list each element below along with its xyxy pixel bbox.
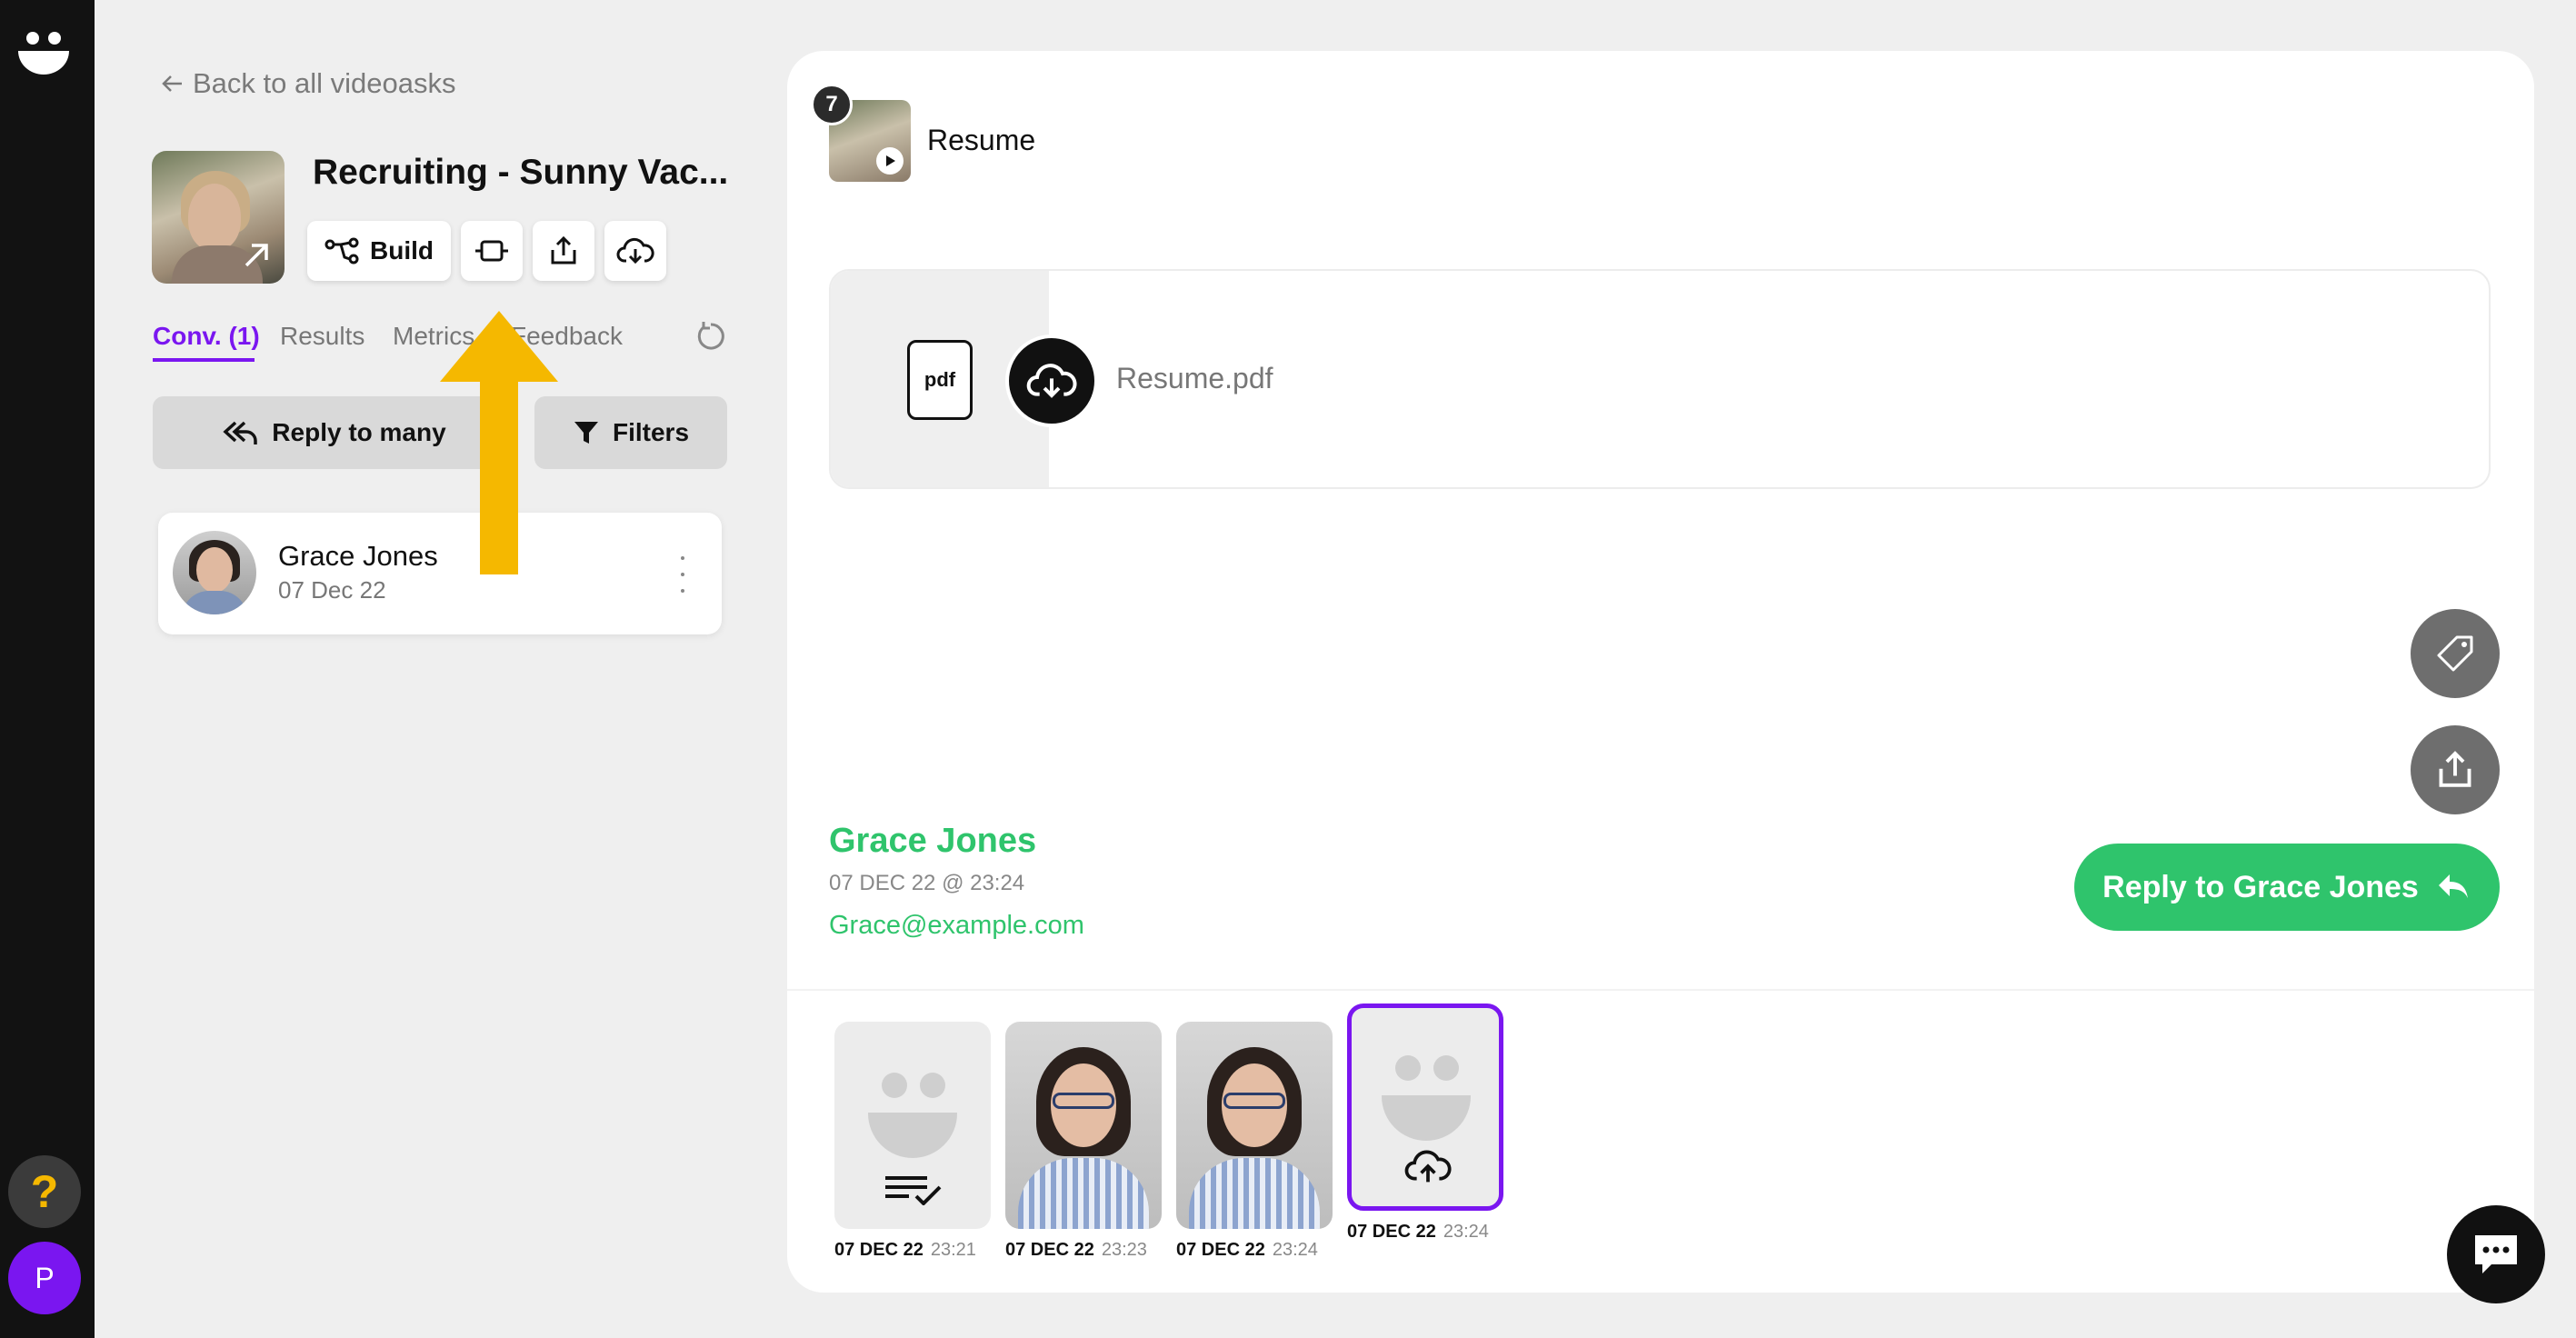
step-title: Resume [927, 124, 1036, 156]
reply-to-many-label: Reply to many [272, 418, 446, 446]
reply-all-icon [223, 421, 258, 444]
clip-date: 07 DEC 22 [1347, 1222, 1436, 1242]
reply-button-label: Reply to Grace Jones [2102, 869, 2419, 904]
respondent-datetime: 07 DEC 22 @ 23:24 [829, 871, 1025, 895]
tag-icon [2437, 635, 2473, 672]
clip-date: 07 DEC 22 [1176, 1240, 1265, 1260]
annotation-arrow-icon [440, 311, 558, 574]
tab-conversations[interactable]: Conv. (1) [153, 322, 260, 351]
cloud-download-icon [1026, 364, 1077, 398]
conversation-name: Grace Jones [278, 540, 438, 572]
videoask-thumbnail[interactable] [152, 151, 285, 284]
tab-results[interactable]: Results [280, 322, 364, 351]
help-button[interactable]: ? [8, 1155, 81, 1228]
more-vertical-icon[interactable] [678, 556, 687, 593]
share-icon [551, 235, 576, 265]
smile-logo-icon[interactable] [16, 27, 71, 78]
respondent-email[interactable]: Grace@example.com [829, 911, 1084, 941]
user-avatar[interactable]: P [8, 1242, 81, 1314]
file-attachment-card: pdf Resume.pdf [829, 269, 2491, 489]
share-button[interactable] [533, 221, 594, 281]
filters-label: Filters [612, 418, 690, 446]
share-conversation-button[interactable] [2411, 725, 2500, 814]
clip-thumbnail[interactable] [1005, 1022, 1162, 1229]
split-button[interactable] [461, 221, 523, 281]
app-rail: ? P [0, 0, 95, 1338]
back-link-label: Back to all videoasks [193, 67, 456, 99]
clip-time: 23:21 [930, 1240, 976, 1260]
avatar [173, 531, 256, 614]
videoask-title: Recruiting - Sunny Vac... [313, 153, 729, 192]
split-icon [475, 240, 508, 262]
clip-date: 07 DEC 22 [834, 1240, 924, 1260]
filter-icon [574, 422, 598, 444]
clip-time: 23:23 [1101, 1240, 1147, 1260]
file-name[interactable]: Resume.pdf [1116, 362, 1273, 395]
play-icon [876, 147, 904, 175]
chat-support-button[interactable] [2447, 1205, 2545, 1303]
reply-icon [2438, 874, 2468, 898]
clip-timestamp: 07 DEC 22 23:24 [1347, 1222, 1489, 1243]
clip-timestamp: 07 DEC 22 23:24 [1176, 1240, 1318, 1261]
step-number-badge: 7 [811, 84, 853, 125]
clip-time: 23:24 [1443, 1222, 1489, 1242]
respondent-name: Grace Jones [829, 822, 1037, 860]
clip-thumbnail[interactable] [1176, 1022, 1333, 1229]
build-flow-icon [324, 237, 359, 265]
cloud-upload-icon [1404, 1150, 1452, 1183]
clip-timestamp: 07 DEC 22 23:23 [1005, 1240, 1147, 1261]
share-icon [2439, 751, 2471, 787]
help-glyph: ? [30, 1166, 59, 1217]
chat-icon [2475, 1235, 2517, 1273]
file-download-button[interactable] [1005, 334, 1098, 427]
active-tab-indicator [153, 358, 255, 362]
pdf-file-icon: pdf [907, 340, 973, 420]
clip-time: 23:24 [1272, 1240, 1318, 1260]
clip-thumbnail-selected[interactable] [1347, 1004, 1503, 1211]
filters-button[interactable]: Filters [534, 396, 727, 469]
download-button[interactable] [604, 221, 666, 281]
divider [787, 989, 2534, 991]
build-button[interactable]: Build [307, 221, 451, 281]
clip-thumbnail[interactable] [834, 1022, 991, 1229]
text-response-icon [885, 1176, 942, 1205]
clip-date: 07 DEC 22 [1005, 1240, 1094, 1260]
refresh-icon[interactable] [694, 320, 727, 353]
arrow-left-icon [162, 75, 182, 92]
cloud-download-icon [616, 237, 654, 265]
back-link[interactable]: Back to all videoasks [160, 67, 455, 100]
reply-button[interactable]: Reply to Grace Jones [2074, 844, 2500, 931]
tag-button[interactable] [2411, 609, 2500, 698]
build-button-label: Build [370, 236, 434, 265]
conversation-date: 07 Dec 22 [278, 576, 386, 604]
open-external-icon [245, 244, 268, 267]
clip-timestamp: 07 DEC 22 23:21 [834, 1240, 976, 1261]
